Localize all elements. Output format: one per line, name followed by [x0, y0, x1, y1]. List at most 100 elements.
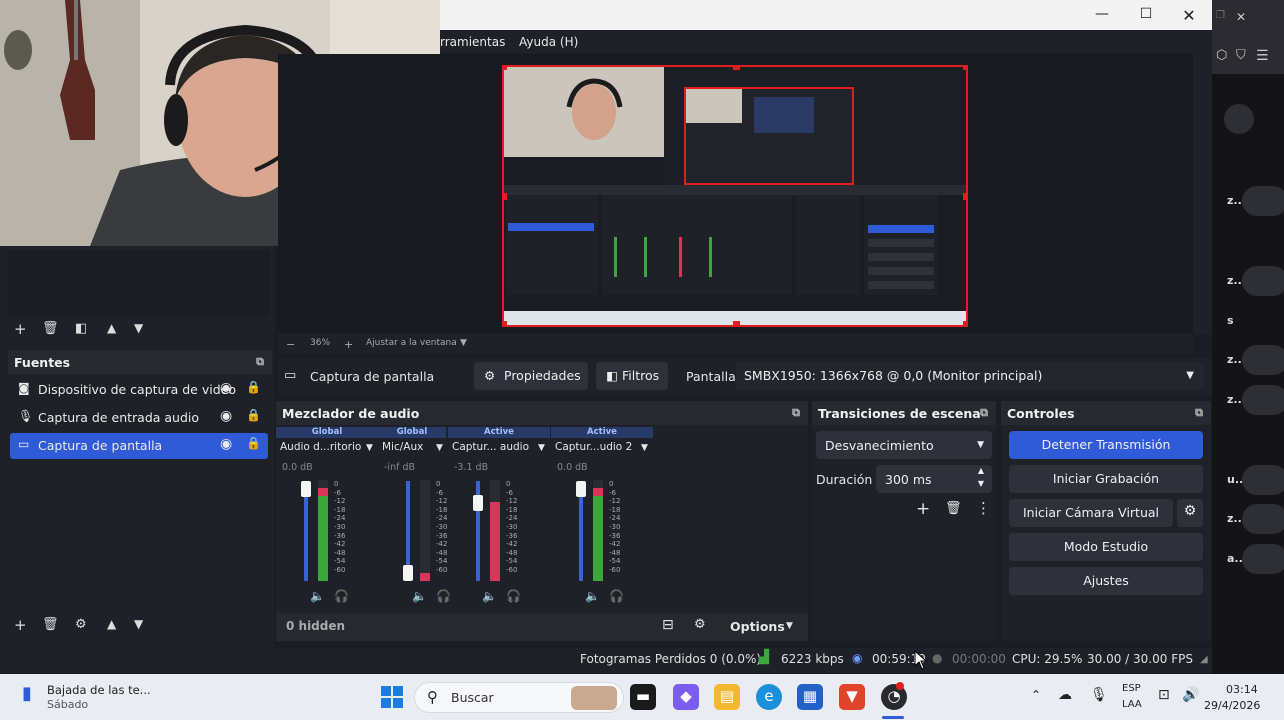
resize-handle[interactable]	[963, 193, 966, 200]
channel-name[interactable]: Captur...udio 2	[555, 441, 632, 453]
source-item-video-capture[interactable]: ◙ Dispositivo de captura de video ◉ 🔒	[10, 377, 268, 403]
advanced-settings-icon[interactable]: ⚙	[694, 617, 706, 632]
speaker-icon[interactable]: 🔈	[585, 589, 600, 603]
lock-icon[interactable]: 🔒	[246, 380, 261, 394]
clock-time[interactable]: 03:14	[1226, 683, 1258, 696]
resize-handle[interactable]	[504, 193, 507, 200]
layout-icon[interactable]: ⊟	[662, 617, 674, 633]
resize-handle[interactable]	[963, 321, 966, 325]
menu-help[interactable]: Ayuda (H)	[519, 35, 578, 49]
source-item-screen-capture[interactable]: ▭ Captura de pantalla ◉ 🔒	[10, 433, 268, 459]
zoom-out-button[interactable]: −	[286, 338, 295, 351]
filter-icon[interactable]: ◧	[75, 321, 87, 336]
properties-button[interactable]: ⚙ Propiedades	[474, 362, 588, 390]
headphones-icon[interactable]: 🎧	[436, 589, 451, 603]
notification-title[interactable]: Bajada de las te...	[47, 683, 151, 697]
studio-mode-button[interactable]: Modo Estudio	[1009, 533, 1203, 561]
headphones-icon[interactable]: 🎧	[609, 589, 624, 603]
move-up-button[interactable]: ▲	[107, 617, 116, 631]
speaker-icon[interactable]: 🔈	[482, 589, 497, 603]
task-view-icon[interactable]: ▬	[630, 684, 656, 710]
windows-start-icon[interactable]	[380, 685, 404, 713]
fader-knob[interactable]	[473, 495, 483, 511]
options-button[interactable]: Options	[730, 619, 785, 634]
edge-icon[interactable]: e	[756, 684, 782, 710]
copilot-icon[interactable]: ◆	[673, 684, 699, 710]
trash-icon[interactable]: 🗑	[945, 501, 962, 516]
chevron-down-icon[interactable]: ▼	[366, 443, 373, 453]
fit-to-window-label[interactable]: Ajustar a la ventana	[366, 338, 457, 348]
trash-icon[interactable]: 🗑	[42, 321, 59, 336]
add-source-button[interactable]: +	[14, 616, 27, 634]
chevron-up-icon[interactable]: ⌃	[1031, 688, 1041, 702]
start-recording-button[interactable]: Iniciar Grabación	[1009, 465, 1203, 493]
add-transition-button[interactable]: +	[916, 499, 930, 519]
extension-icon[interactable]: ⬡	[1216, 48, 1227, 63]
lock-icon[interactable]: 🔒	[246, 436, 261, 450]
list-item[interactable]: a..	[1227, 544, 1284, 574]
popout-icon[interactable]: ⧉	[256, 355, 264, 369]
keyboard-layout[interactable]: LAA	[1122, 699, 1142, 710]
popout-icon[interactable]: ⧉	[980, 406, 988, 420]
zoom-in-button[interactable]: +	[344, 338, 353, 351]
start-virtual-camera-button[interactable]: Iniciar Cámara Virtual	[1009, 499, 1173, 527]
clock-date[interactable]: 29/4/2026	[1204, 699, 1260, 712]
list-item[interactable]: u..	[1227, 465, 1284, 495]
speaker-icon[interactable]: 🔈	[412, 589, 427, 603]
list-item[interactable]: z..	[1227, 186, 1284, 216]
chevron-down-icon[interactable]: ▼	[538, 443, 545, 453]
headphones-icon[interactable]: 🎧	[506, 589, 521, 603]
popout-icon[interactable]: ⧉	[792, 406, 800, 420]
resize-handle[interactable]	[504, 321, 507, 325]
chevron-up-icon[interactable]: ▲	[978, 466, 984, 475]
fader-knob[interactable]	[403, 565, 413, 581]
resize-grip-icon[interactable]: ◢	[1200, 654, 1208, 665]
file-explorer-icon[interactable]: ▤	[714, 684, 740, 710]
chevron-down-icon[interactable]: ▼	[460, 338, 467, 348]
screen-capture-preview[interactable]	[502, 65, 968, 327]
brave-icon[interactable]: ▼	[839, 684, 865, 710]
eye-icon[interactable]: ◉	[220, 380, 232, 396]
headphones-icon[interactable]: 🎧	[334, 589, 349, 603]
list-item[interactable]: s	[1227, 306, 1284, 336]
duration-input[interactable]: 300 ms ▲ ▼	[876, 465, 992, 493]
fader-knob[interactable]	[576, 481, 586, 497]
network-icon[interactable]: ⊡	[1158, 687, 1170, 703]
channel-name[interactable]: Audio d...ritorio	[280, 441, 361, 453]
move-down-button[interactable]: ▼	[134, 617, 143, 631]
settings-button[interactable]: Ajustes	[1009, 567, 1203, 595]
menu-tools[interactable]: rramientas	[440, 35, 505, 49]
microphone-icon[interactable]: 🎙	[1090, 687, 1108, 703]
list-item[interactable]: z..	[1227, 504, 1284, 534]
popout-icon[interactable]: ⧉	[1195, 406, 1203, 420]
list-item[interactable]: z..	[1227, 345, 1284, 375]
chevron-down-icon[interactable]: ▼	[641, 443, 648, 453]
maximize-button[interactable]: ☐	[1136, 6, 1156, 24]
resize-handle[interactable]	[733, 321, 740, 325]
speaker-icon[interactable]: 🔈	[310, 589, 325, 603]
channel-name[interactable]: Mic/Aux	[382, 441, 423, 453]
shield-icon[interactable]: ⛉	[1236, 48, 1246, 63]
transition-select[interactable]: Desvanecimiento ▼	[816, 431, 992, 459]
menu-icon[interactable]: ☰	[1256, 48, 1269, 64]
channel-name[interactable]: Captur... audio	[452, 441, 529, 453]
filters-button[interactable]: ◧ Filtros	[596, 362, 668, 390]
move-down-button[interactable]: ▼	[134, 321, 143, 335]
trash-icon[interactable]: 🗑	[42, 617, 59, 632]
taskbar-search[interactable]: ⚲ Buscar	[414, 682, 624, 713]
virtual-camera-settings-gear-icon[interactable]: ⚙	[1177, 499, 1203, 527]
language-code[interactable]: ESP	[1122, 683, 1141, 694]
stop-streaming-button[interactable]: Detener Transmisión	[1009, 431, 1203, 459]
chevron-down-icon[interactable]: ▼	[436, 443, 443, 453]
resize-handle[interactable]	[733, 67, 740, 70]
close-button[interactable]: ✕	[1179, 6, 1199, 25]
minimize-button[interactable]: —	[1092, 6, 1112, 24]
add-scene-button[interactable]: +	[14, 320, 27, 338]
eye-icon[interactable]: ◉	[220, 436, 232, 452]
move-up-button[interactable]: ▲	[107, 321, 116, 335]
list-item[interactable]: z..	[1227, 266, 1284, 296]
cloud-icon[interactable]: ☁	[1058, 687, 1072, 703]
volume-icon[interactable]: 🔊	[1182, 687, 1199, 703]
gear-icon[interactable]: ⚙	[75, 617, 87, 632]
more-options-icon[interactable]: ⋮	[976, 499, 991, 517]
